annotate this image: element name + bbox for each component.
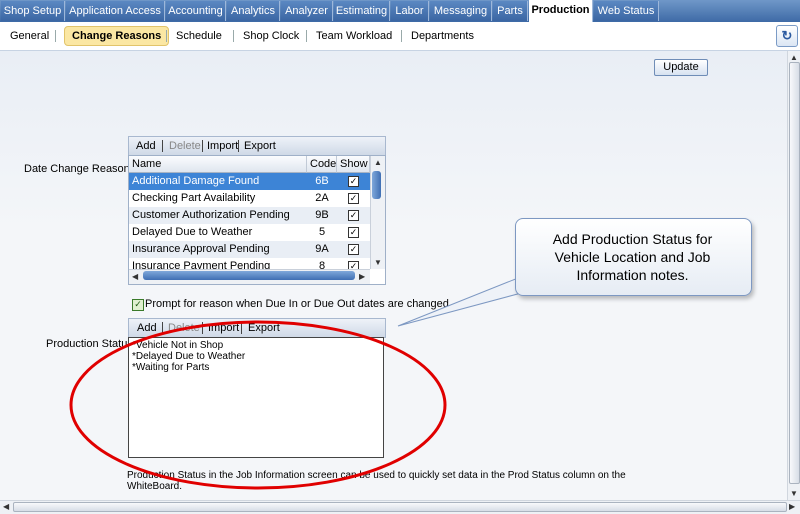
callout-line: Add Production Status for bbox=[552, 231, 713, 247]
callout-line: Vehicle Location and Job bbox=[554, 249, 711, 265]
annotation-ellipse bbox=[69, 320, 447, 490]
callout-line: Information notes. bbox=[576, 267, 689, 283]
callout-text: Add Production Status for Vehicle Locati… bbox=[515, 230, 750, 284]
